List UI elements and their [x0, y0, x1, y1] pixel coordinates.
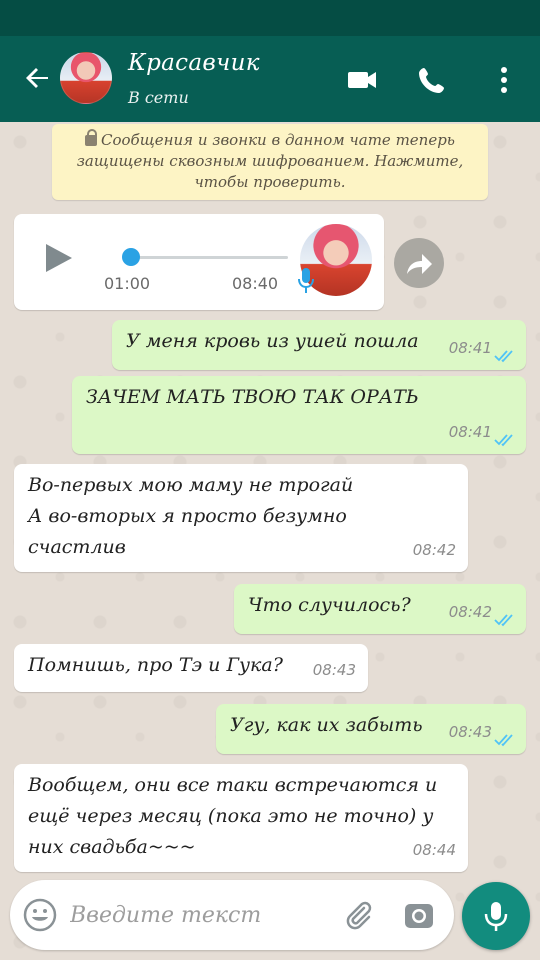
voice-current-time: 01:00 [104, 274, 151, 293]
attach-icon[interactable] [342, 898, 376, 932]
contact-status: В сети [128, 88, 189, 107]
message-text: ЗАЧЕМ МАТЬ ТВОЮ ТАК ОРАТЬ [86, 386, 419, 408]
message-text-line: Вообщем, они все таки встречаются и [28, 774, 438, 796]
voice-record-button[interactable] [462, 882, 530, 950]
more-vert-icon[interactable] [486, 60, 526, 100]
lock-icon [85, 129, 98, 146]
encryption-notice-text: Сообщения и звонки в данном чате теперь … [76, 131, 464, 191]
message-time: 08:41 [448, 339, 492, 357]
message-text-line: ещё через месяц (пока это не точно) у [28, 805, 434, 827]
message-time: 08:42 [448, 603, 492, 621]
incoming-message[interactable]: Вообщем, они все таки встречаются и ещё … [14, 764, 468, 872]
phone-icon[interactable] [412, 60, 452, 100]
message-text-line: счастлив [28, 536, 126, 558]
contact-name[interactable]: Красавчик [128, 50, 260, 76]
message-text: Что случилось? [248, 594, 411, 616]
double-check-icon [494, 734, 513, 747]
voice-progress-track[interactable] [130, 256, 288, 259]
message-time: 08:44 [412, 841, 456, 859]
voice-message: 01:00 08:40 [14, 214, 384, 310]
message-time: 08:43 [448, 723, 492, 741]
emoji-icon[interactable] [22, 897, 58, 933]
message-text: У меня кровь из ушей пошла [126, 330, 419, 352]
double-check-icon [494, 434, 513, 447]
outgoing-message[interactable]: Угу, как их забыть 08:43 [216, 704, 526, 754]
chat-area[interactable]: Сообщения и звонки в данном чате теперь … [0, 122, 540, 960]
play-icon[interactable] [40, 240, 76, 276]
double-check-icon [494, 350, 513, 363]
voice-progress-knob[interactable] [122, 248, 140, 266]
message-time: 08:41 [448, 423, 492, 441]
incoming-message[interactable]: Во-первых мою маму не трогай А во-вторых… [14, 464, 468, 572]
message-text: Угу, как их забыть [230, 714, 423, 736]
video-call-icon[interactable] [342, 60, 382, 100]
camera-icon[interactable] [402, 898, 436, 932]
message-text: Помнишь, про Тэ и Гука? [28, 654, 283, 676]
mic-icon [484, 902, 508, 931]
encryption-notice[interactable]: Сообщения и звонки в данном чате теперь … [52, 124, 488, 200]
voice-message-time: 08:40 [232, 274, 279, 293]
forward-button[interactable] [394, 238, 444, 288]
mic-icon [296, 266, 316, 296]
outgoing-message[interactable]: Что случилось? 08:42 [234, 584, 526, 634]
outgoing-message[interactable]: У меня кровь из ушей пошла 08:41 [112, 320, 526, 370]
incoming-message[interactable]: Помнишь, про Тэ и Гука? 08:43 [14, 644, 368, 692]
status-bar [0, 0, 540, 36]
message-time: 08:42 [412, 541, 456, 559]
avatar[interactable] [60, 52, 112, 104]
message-input[interactable] [70, 894, 330, 936]
message-text-line: них свадьба~~~ [28, 836, 196, 858]
message-text-line: Во-первых мою маму не трогай [28, 474, 354, 496]
message-composer [10, 880, 454, 950]
arrow-back-icon[interactable] [18, 58, 58, 98]
outgoing-message[interactable]: ЗАЧЕМ МАТЬ ТВОЮ ТАК ОРАТЬ 08:41 [72, 376, 526, 454]
forward-icon [407, 254, 432, 274]
chat-header: Красавчик В сети [0, 36, 540, 122]
message-text-line: А во-вторых я просто безумно [28, 505, 347, 527]
message-time: 08:43 [312, 661, 356, 679]
double-check-icon [494, 614, 513, 627]
